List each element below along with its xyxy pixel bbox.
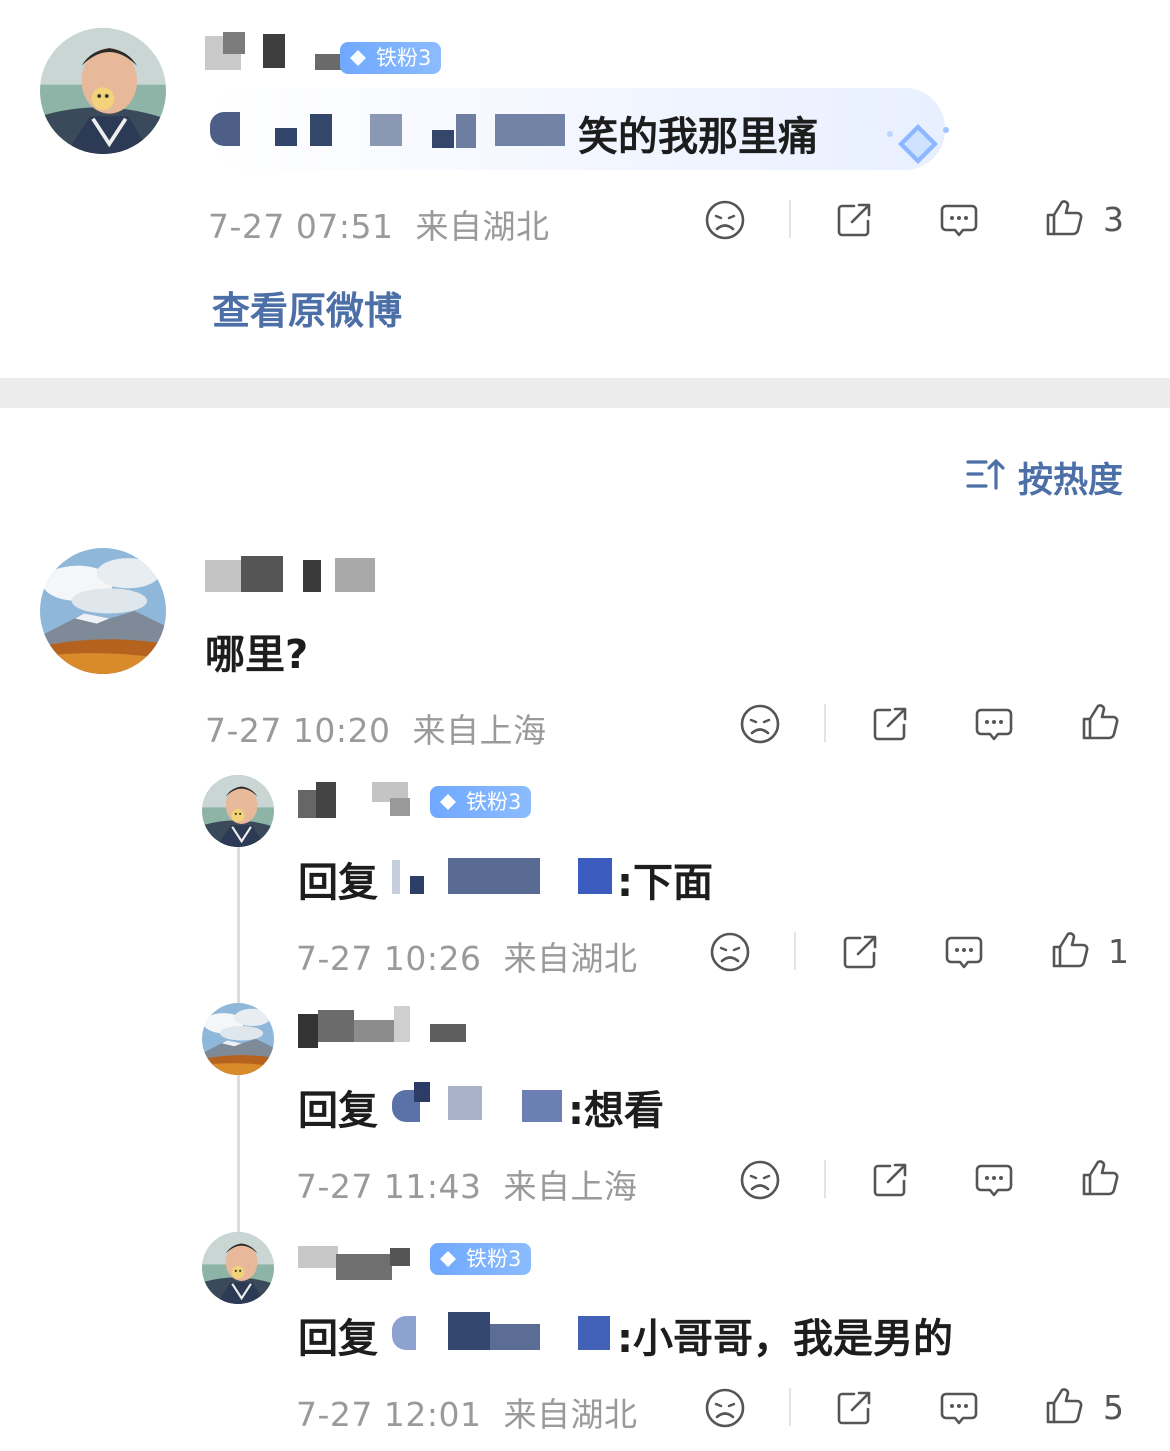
username[interactable]: [298, 1006, 470, 1048]
gem-icon: [887, 124, 949, 164]
avatar[interactable]: [202, 1003, 274, 1075]
comment-icon[interactable]: [942, 930, 986, 974]
like-icon[interactable]: [1078, 1156, 1122, 1200]
gem-icon: [350, 50, 366, 66]
divider: [789, 1388, 791, 1426]
share-icon[interactable]: [832, 1386, 876, 1430]
comment-meta: 7-27 07:51 来自湖北: [208, 207, 550, 246]
frown-icon[interactable]: [703, 1386, 747, 1430]
username[interactable]: [298, 1236, 438, 1280]
comment-meta: 7-27 10:20 来自上海: [205, 711, 547, 750]
avatar[interactable]: [40, 28, 166, 154]
view-original-link[interactable]: 查看原微博: [212, 280, 402, 335]
divider: [824, 1160, 826, 1198]
gem-icon: [440, 1251, 456, 1267]
fan-badge: 铁粉3: [430, 786, 532, 818]
fan-badge: 铁粉3: [430, 1243, 532, 1275]
frown-icon[interactable]: [738, 1158, 782, 1202]
mention[interactable]: [210, 108, 565, 152]
share-icon[interactable]: [838, 930, 882, 974]
reply-meta: 7-27 11:43 来自上海: [296, 1167, 638, 1206]
reply-prefix: 回复: [298, 1088, 378, 1134]
frown-icon[interactable]: [708, 930, 752, 974]
username[interactable]: [205, 552, 375, 592]
reply-prefix: 回复: [298, 860, 378, 906]
section-divider: [0, 378, 1170, 408]
avatar[interactable]: [202, 775, 274, 847]
fan-badge: 铁粉3: [340, 42, 442, 74]
avatar[interactable]: [202, 1232, 274, 1304]
like-count: 5: [1103, 1388, 1124, 1427]
mention[interactable]: [392, 1082, 574, 1126]
reply-text: :小哥哥，我是男的: [617, 1316, 953, 1362]
reply-meta: 7-27 12:01 来自湖北: [296, 1395, 638, 1434]
share-icon[interactable]: [868, 1158, 912, 1202]
divider: [824, 704, 826, 742]
comment-text: 笑的我那里痛: [578, 114, 818, 160]
reply-text: :下面: [617, 860, 713, 906]
sort-label[interactable]: 按热度: [1018, 452, 1123, 503]
reply-meta: 7-27 10:26 来自湖北: [296, 939, 638, 978]
comment-text: 哪里?: [205, 632, 309, 678]
like-icon[interactable]: [1042, 1384, 1086, 1428]
like-count: 3: [1103, 200, 1124, 239]
username[interactable]: [205, 32, 345, 72]
frown-icon[interactable]: [703, 198, 747, 242]
reply-prefix: 回复: [298, 1316, 378, 1362]
share-icon[interactable]: [868, 702, 912, 746]
gem-icon: [440, 794, 456, 810]
like-icon[interactable]: [1048, 928, 1092, 972]
comment-icon[interactable]: [972, 1158, 1016, 1202]
like-icon[interactable]: [1078, 700, 1122, 744]
sort-icon[interactable]: [966, 456, 1006, 492]
comment-icon[interactable]: [937, 1386, 981, 1430]
divider: [789, 200, 791, 238]
like-count: 1: [1108, 932, 1129, 971]
avatar[interactable]: [40, 548, 166, 674]
username[interactable]: [298, 778, 418, 818]
comment-icon[interactable]: [972, 702, 1016, 746]
comment-icon[interactable]: [937, 198, 981, 242]
mention[interactable]: [392, 854, 620, 898]
frown-icon[interactable]: [738, 702, 782, 746]
reply-text: :想看: [568, 1088, 664, 1134]
like-icon[interactable]: [1042, 196, 1086, 240]
share-icon[interactable]: [832, 198, 876, 242]
divider: [794, 932, 796, 970]
mention[interactable]: [392, 1310, 620, 1354]
